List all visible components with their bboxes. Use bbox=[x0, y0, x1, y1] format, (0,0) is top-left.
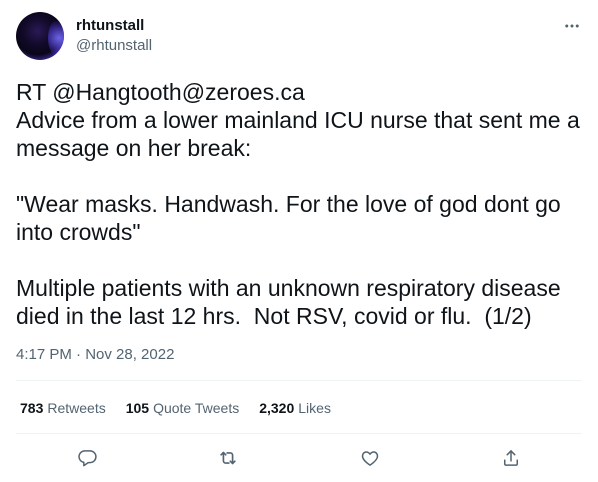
tweet-actions bbox=[0, 444, 598, 472]
retweet-icon[interactable] bbox=[214, 444, 242, 472]
tweet-card: rhtunstall @rhtunstall RT @Hangtooth@zer… bbox=[0, 0, 598, 482]
like-icon[interactable] bbox=[356, 444, 384, 472]
retweets-count: 783 bbox=[20, 400, 44, 416]
likes-label: Likes bbox=[298, 400, 331, 416]
author-display-name[interactable]: rhtunstall bbox=[76, 16, 144, 36]
tweet-stats: 783 Retweets 105 Quote Tweets 2,320 Like… bbox=[20, 398, 351, 418]
more-icon[interactable] bbox=[560, 14, 584, 38]
avatar-glow bbox=[48, 18, 64, 58]
share-icon[interactable] bbox=[497, 444, 525, 472]
tweet-text: RT @Hangtooth@zeroes.ca Advice from a lo… bbox=[16, 79, 580, 329]
divider-bottom bbox=[16, 433, 582, 434]
likes-stat[interactable]: 2,320 Likes bbox=[259, 398, 331, 418]
quote-tweets-label: Quote Tweets bbox=[153, 400, 240, 416]
quote-tweets-count: 105 bbox=[125, 400, 150, 416]
tweet-timestamp[interactable]: 4:17 PM · Nov 28, 2022 bbox=[16, 345, 174, 365]
author-handle[interactable]: @rhtunstall bbox=[76, 36, 152, 56]
likes-count: 2,320 bbox=[259, 400, 295, 416]
quote-tweets-stat[interactable]: 105 Quote Tweets bbox=[126, 398, 240, 418]
retweets-stat[interactable]: 783 Retweets bbox=[20, 398, 106, 418]
retweets-label: Retweets bbox=[47, 400, 106, 416]
avatar[interactable] bbox=[16, 12, 64, 60]
divider-top bbox=[16, 380, 582, 381]
reply-icon[interactable] bbox=[74, 444, 102, 472]
